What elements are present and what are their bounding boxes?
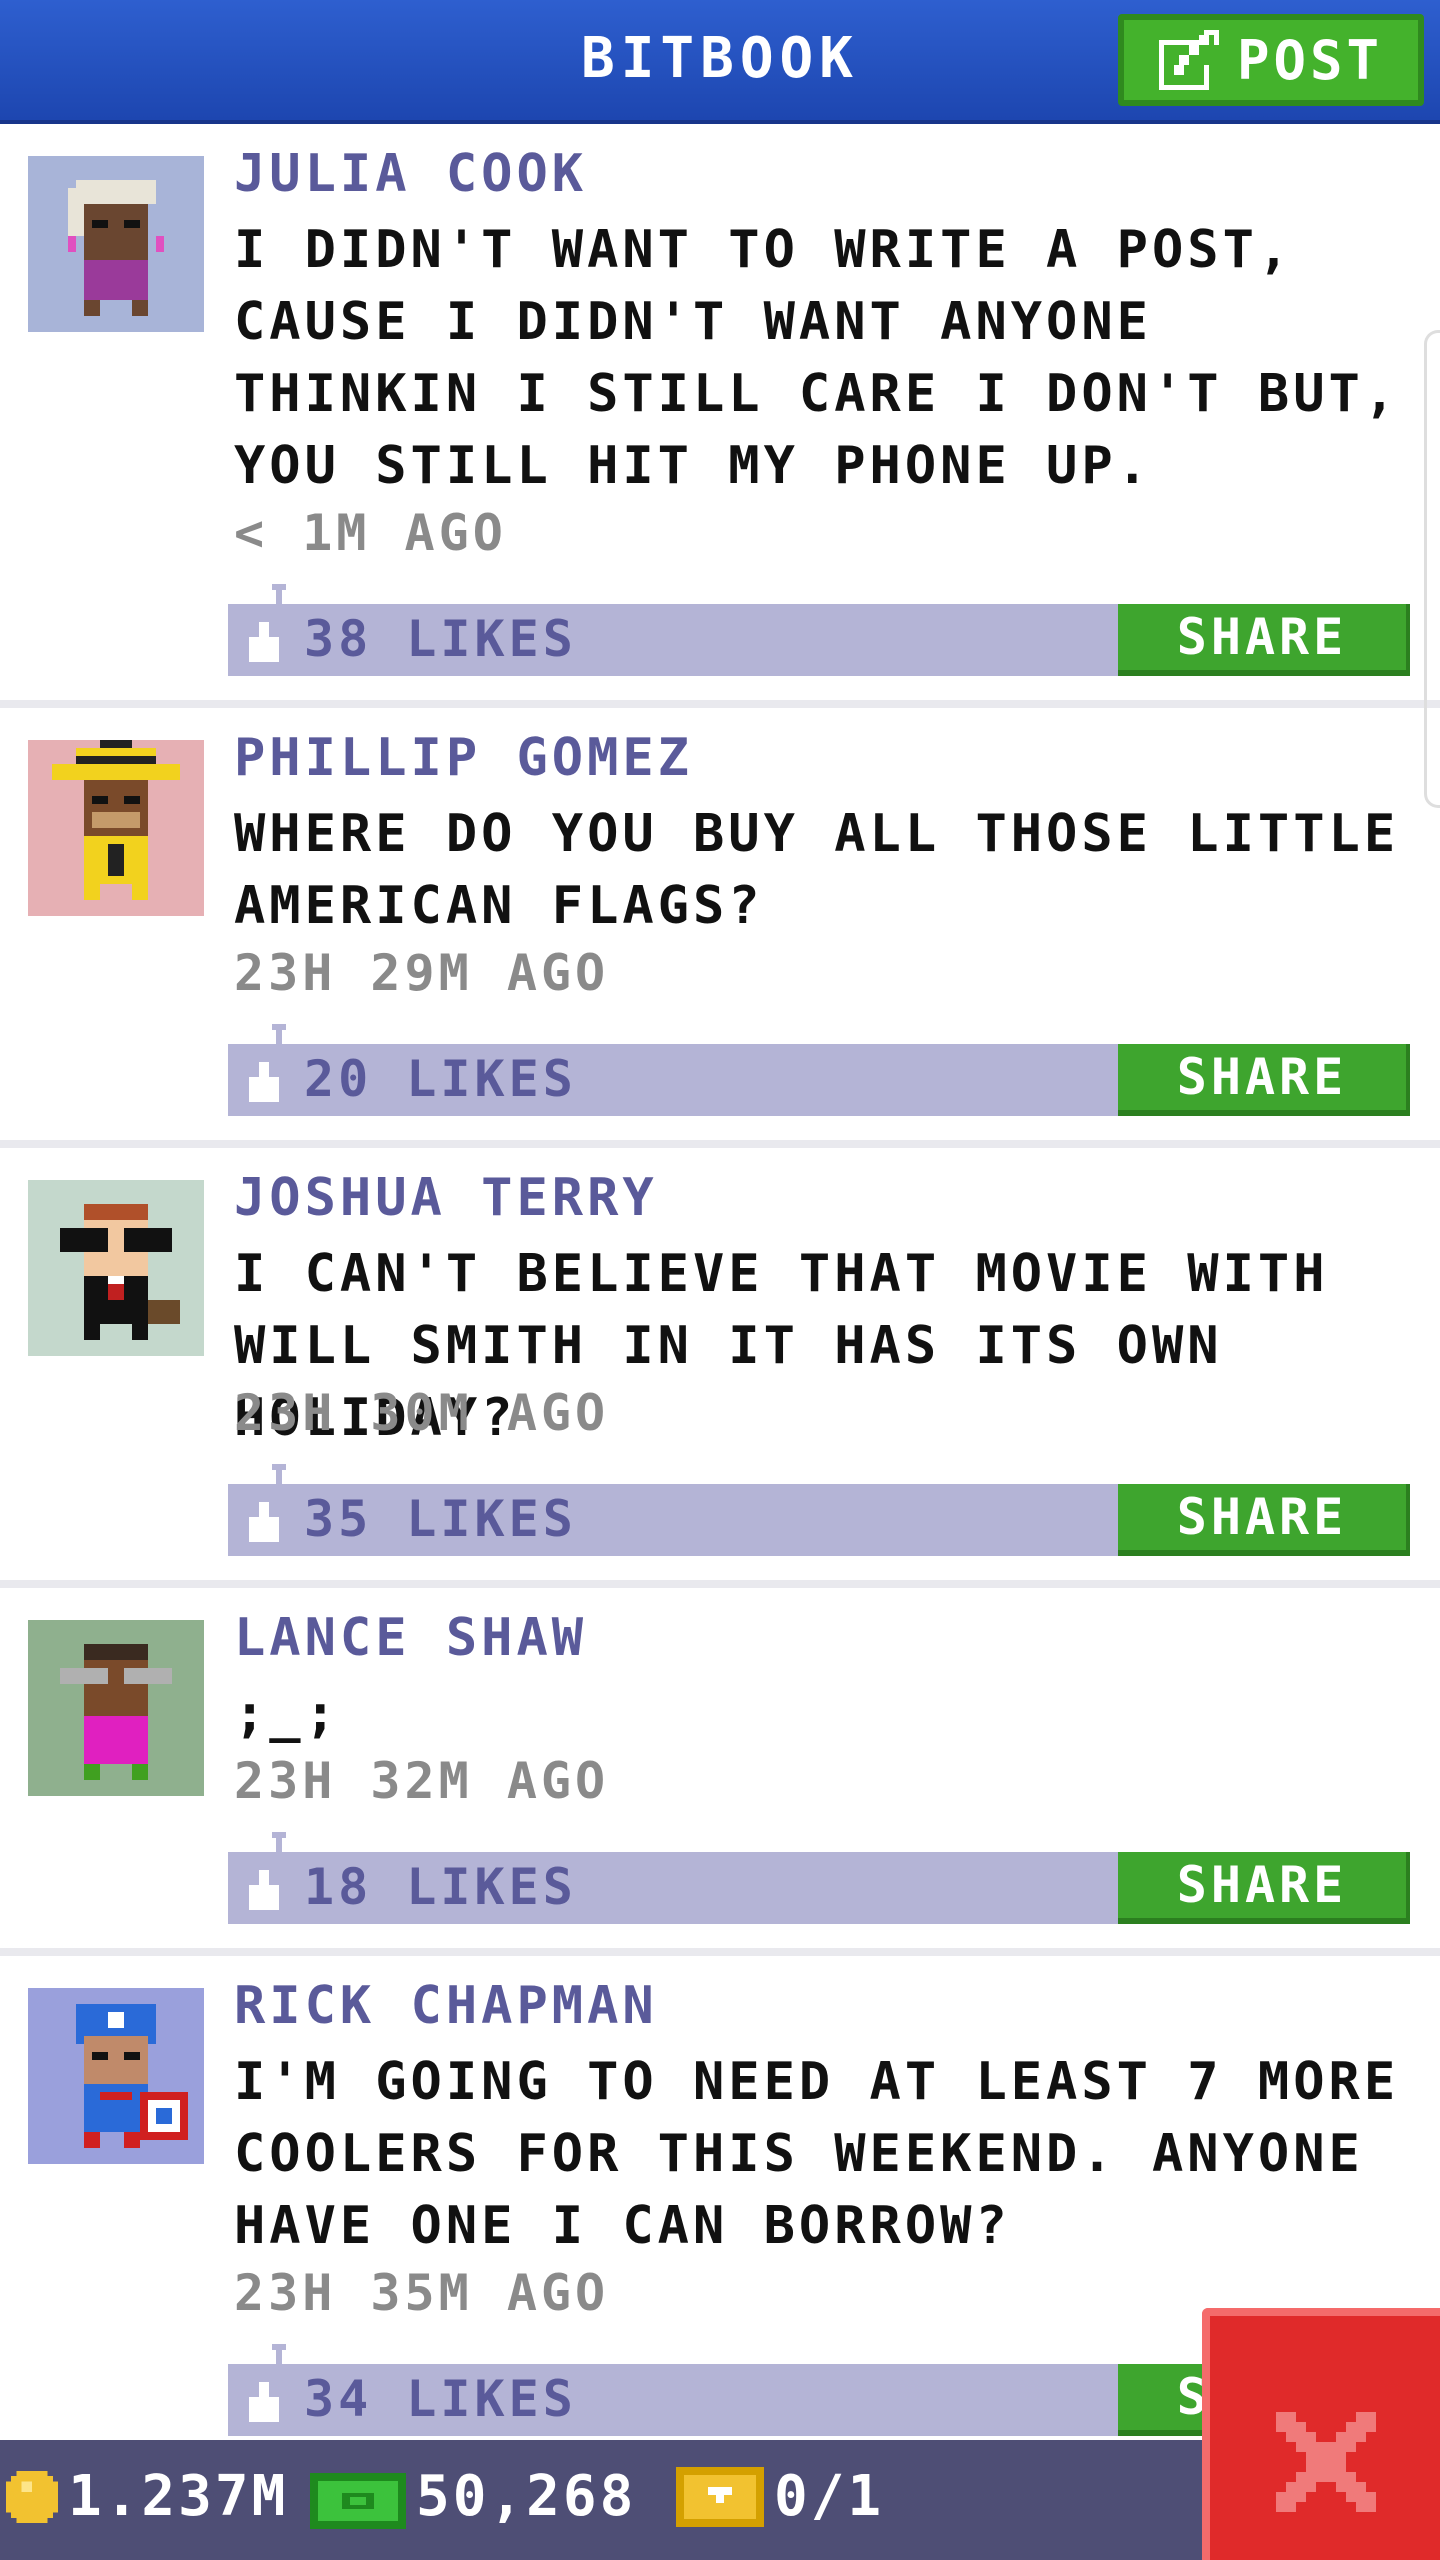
post-time: 23H 32M AGO [234,1752,610,1810]
tickets-value: 0/1 [774,2464,885,2529]
likes-bar-pin [272,1464,286,1486]
avatar [28,156,204,332]
likes-bar-pin [272,1832,286,1854]
edit-icon [1158,30,1219,90]
avatar [28,1180,204,1356]
share-button[interactable]: SHARE [1118,1044,1410,1116]
likes-bar: 18 LIKES SHARE [228,1832,1410,1924]
share-button[interactable]: SHARE [1118,1852,1410,1924]
bux-stat: 50,268 [310,2464,636,2529]
like-icon[interactable] [244,622,284,662]
ticket-icon [676,2466,764,2527]
post-author: JULIA COOK [234,144,588,204]
coins-value: 1.237M [68,2464,289,2529]
share-button[interactable]: SHARE [1118,604,1410,676]
post-author: RICK CHAPMAN [234,1976,658,2036]
like-icon[interactable] [244,1062,284,1102]
like-icon[interactable] [244,2382,284,2422]
likes-bar-pin [272,584,286,606]
coins-stat: 1.237M [6,2464,288,2529]
post-author: PHILLIP GOMEZ [234,728,693,788]
post-author: LANCE SHAW [234,1608,588,1668]
like-icon[interactable] [244,1870,284,1910]
post-time: < 1M AGO [234,504,507,562]
post-author: JOSHUA TERRY [234,1168,658,1228]
post-button[interactable]: POST [1118,14,1424,106]
likes-bar: 35 LIKES SHARE [228,1464,1410,1556]
feed-post: PHILLIP GOMEZ WHERE DO YOU BUY ALL THOSE… [0,708,1440,1148]
likes-bar: 38 LIKES SHARE [228,584,1410,676]
feed-post: LANCE SHAW ;_; 23H 32M AGO 18 LIKES SHAR… [0,1588,1440,1956]
feed-post: JOSHUA TERRY I CAN'T BELIEVE THAT MOVIE … [0,1148,1440,1588]
likes-count: 35 LIKES [304,1490,577,1548]
coin-icon [6,2470,58,2523]
feed-post: JULIA COOK I DIDN'T WANT TO WRITE A POST… [0,124,1440,708]
post-time: 23H 35M AGO [234,2264,610,2322]
post-message: WHERE DO YOU BUY ALL THOSE LITTLE AMERIC… [234,804,1400,936]
bux-value: 50,268 [416,2464,637,2529]
scroll-indicator[interactable] [1424,330,1440,808]
likes-bar: 20 LIKES SHARE [228,1024,1410,1116]
close-button[interactable] [1202,2308,1440,2560]
post-time: 23H 30M AGO [234,1384,610,1442]
share-button[interactable]: SHARE [1118,1484,1410,1556]
likes-bar-pin [272,1024,286,1046]
bux-icon [310,2472,406,2529]
likes-count: 38 LIKES [304,610,577,668]
post-button-label: POST [1236,28,1384,92]
app-header: BITBOOK POST [0,0,1440,124]
likes-bar-pin [272,2344,286,2366]
tickets-stat: 0/1 [676,2464,884,2529]
close-icon [1276,2412,1376,2512]
avatar [28,1620,204,1796]
like-icon[interactable] [244,1502,284,1542]
avatar [28,1988,204,2164]
likes-count: 34 LIKES [304,2370,577,2428]
avatar [28,740,204,916]
likes-count: 20 LIKES [304,1050,577,1108]
post-message: I'M GOING TO NEED AT LEAST 7 MORE COOLER… [234,2052,1400,2256]
likes-count: 18 LIKES [304,1858,577,1916]
post-message: ;_; [234,1684,340,1744]
post-time: 23H 29M AGO [234,944,610,1002]
post-message: I DIDN'T WANT TO WRITE A POST, CAUSE I D… [234,220,1400,496]
